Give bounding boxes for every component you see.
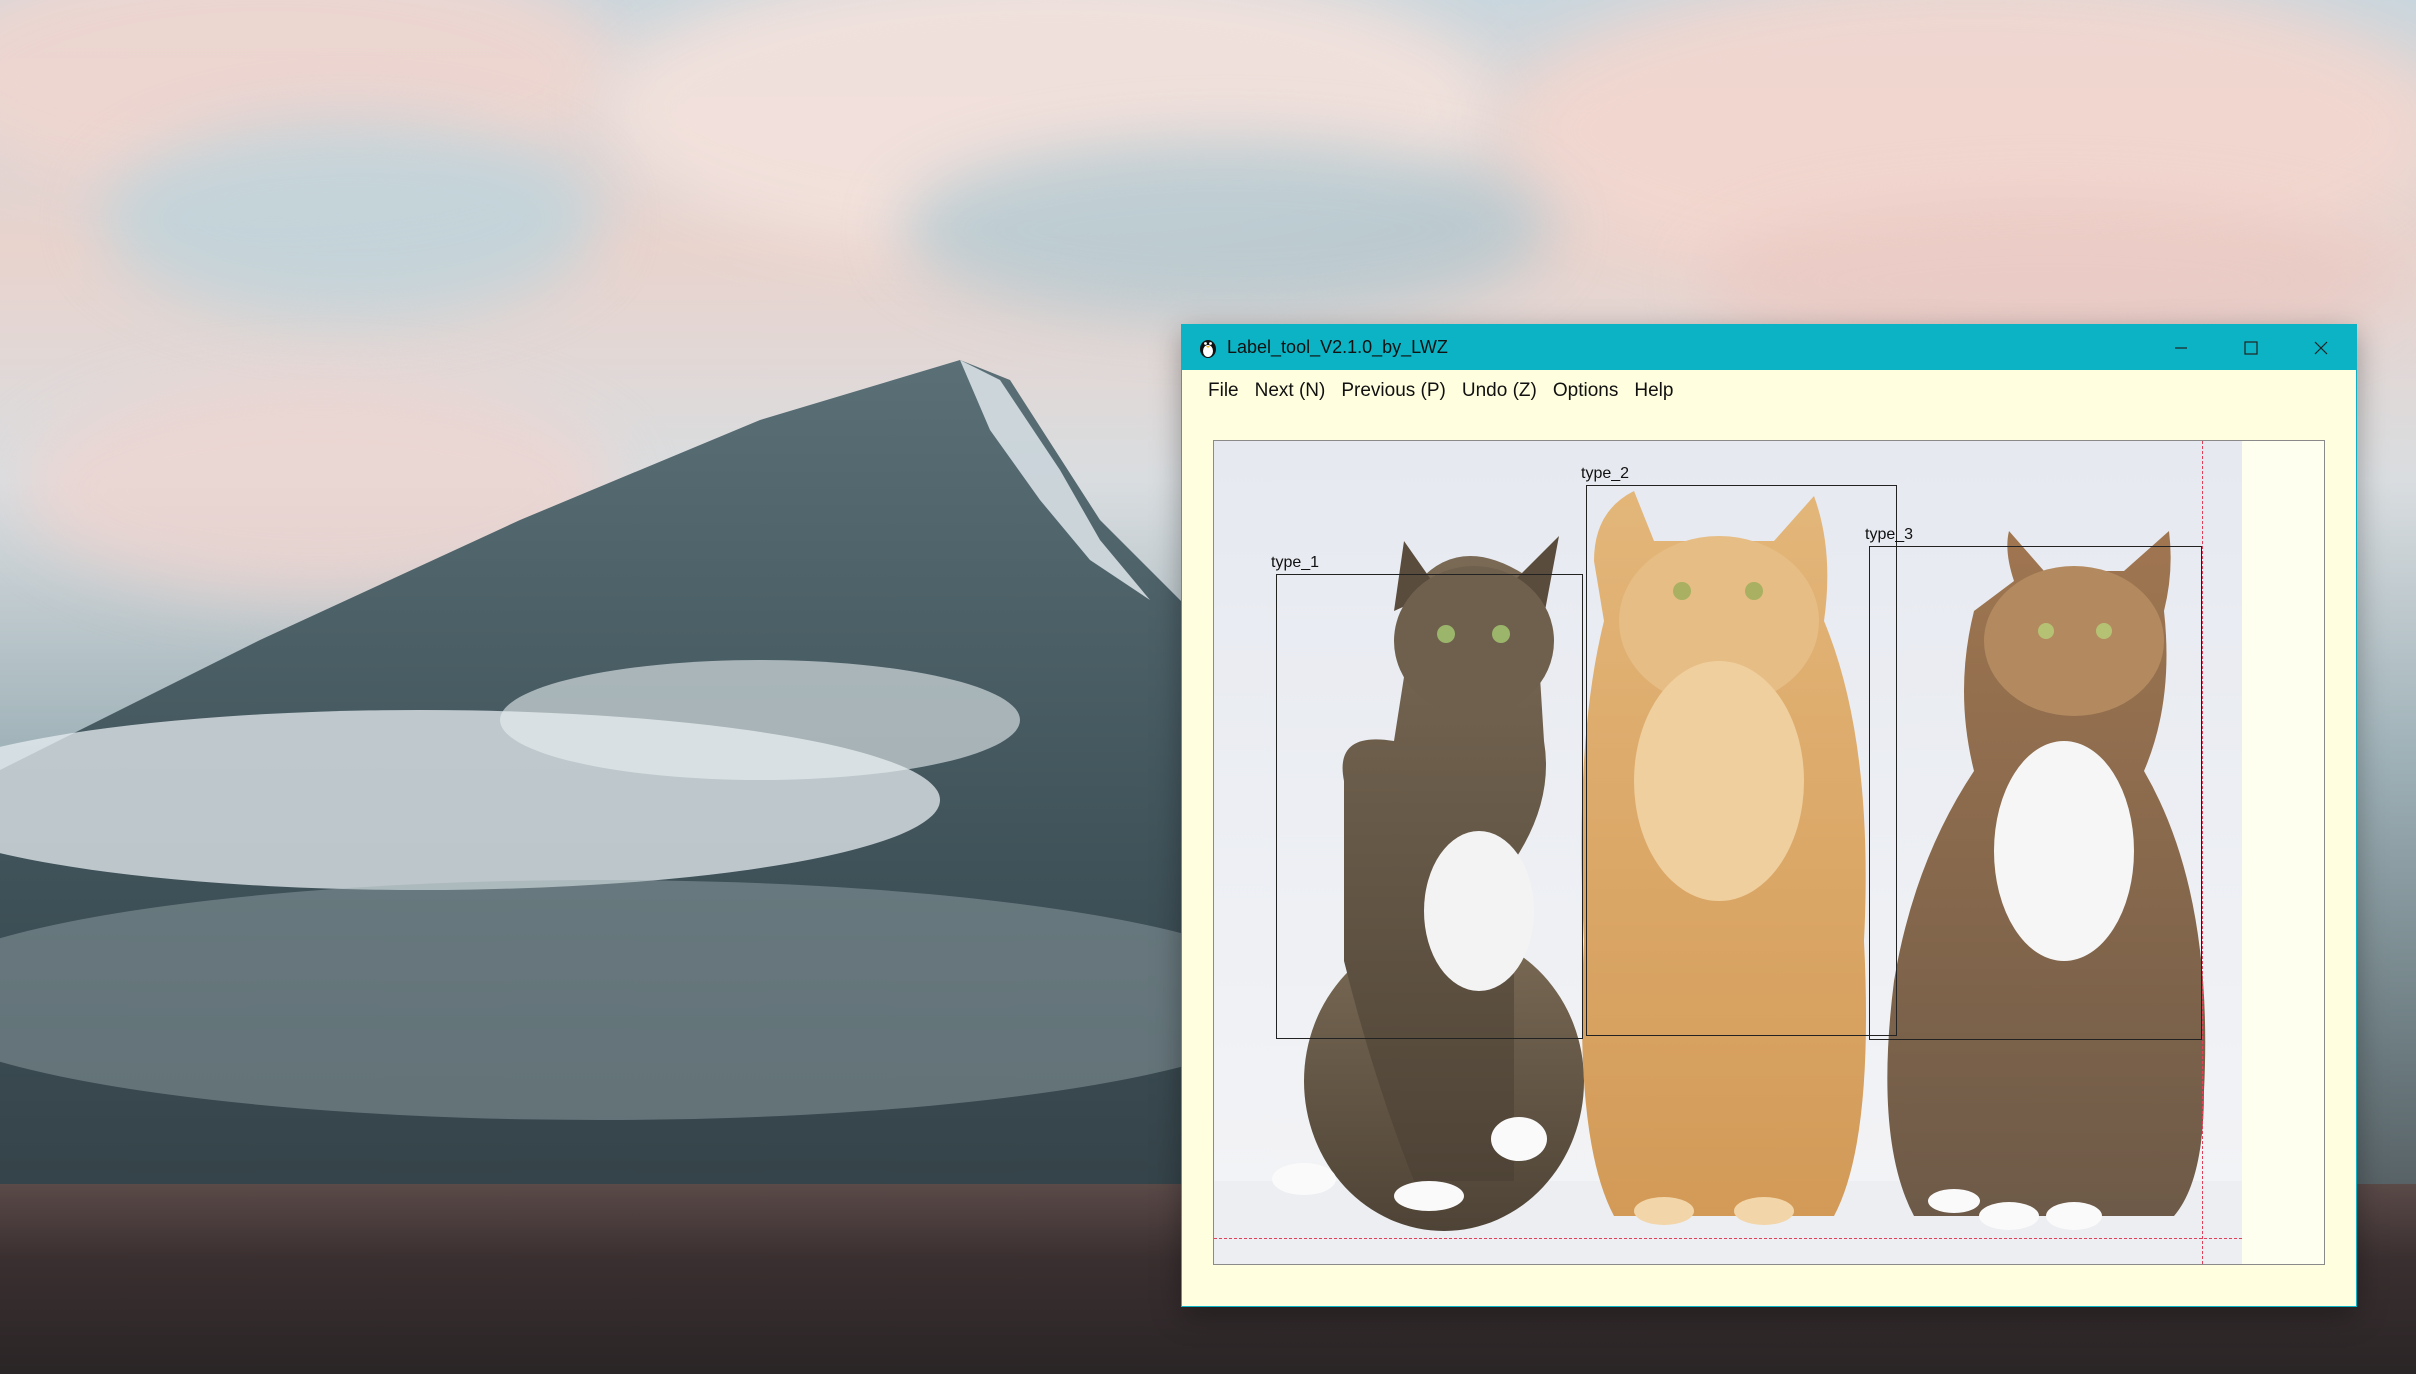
crosshair-horizontal bbox=[1214, 1238, 2242, 1239]
menu-previous[interactable]: Previous (P) bbox=[1333, 374, 1454, 408]
bbox-label-type-3: type_3 bbox=[1865, 526, 1914, 543]
bbox-label-type-1: type_1 bbox=[1271, 554, 1320, 571]
close-icon bbox=[2314, 341, 2328, 354]
menu-file[interactable]: File bbox=[1200, 374, 1247, 408]
window-title: Label_tool_V2.1.0_by_LWZ bbox=[1227, 337, 1448, 357]
app-window: Label_tool_V2.1.0_by_LWZ File Next (N) P… bbox=[1182, 325, 2356, 1306]
menu-help[interactable]: Help bbox=[1626, 374, 1681, 408]
bounding-box-type-2[interactable] bbox=[1586, 485, 1897, 1036]
title-bar[interactable]: Label_tool_V2.1.0_by_LWZ bbox=[1182, 325, 2356, 370]
close-button[interactable] bbox=[2286, 325, 2356, 370]
minimize-button[interactable] bbox=[2146, 325, 2216, 370]
crosshair-vertical bbox=[2202, 441, 2203, 1264]
penguin-app-icon bbox=[1195, 335, 1221, 361]
menu-undo[interactable]: Undo (Z) bbox=[1454, 374, 1545, 408]
maximize-icon bbox=[2244, 340, 2258, 355]
bounding-box-type-1[interactable] bbox=[1276, 574, 1583, 1039]
menu-bar: File Next (N) Previous (P) Undo (Z) Opti… bbox=[1182, 370, 2356, 412]
bounding-box-type-3[interactable] bbox=[1869, 546, 2202, 1040]
minimize-icon bbox=[2175, 346, 2187, 349]
labeling-canvas[interactable]: type_1 type_2 type_3 bbox=[1213, 440, 2325, 1265]
mountain-illustration bbox=[0, 360, 1200, 1374]
maximize-button[interactable] bbox=[2216, 325, 2286, 370]
menu-next[interactable]: Next (N) bbox=[1247, 374, 1334, 408]
menu-options[interactable]: Options bbox=[1545, 374, 1626, 408]
bbox-label-type-2: type_2 bbox=[1581, 465, 1630, 482]
